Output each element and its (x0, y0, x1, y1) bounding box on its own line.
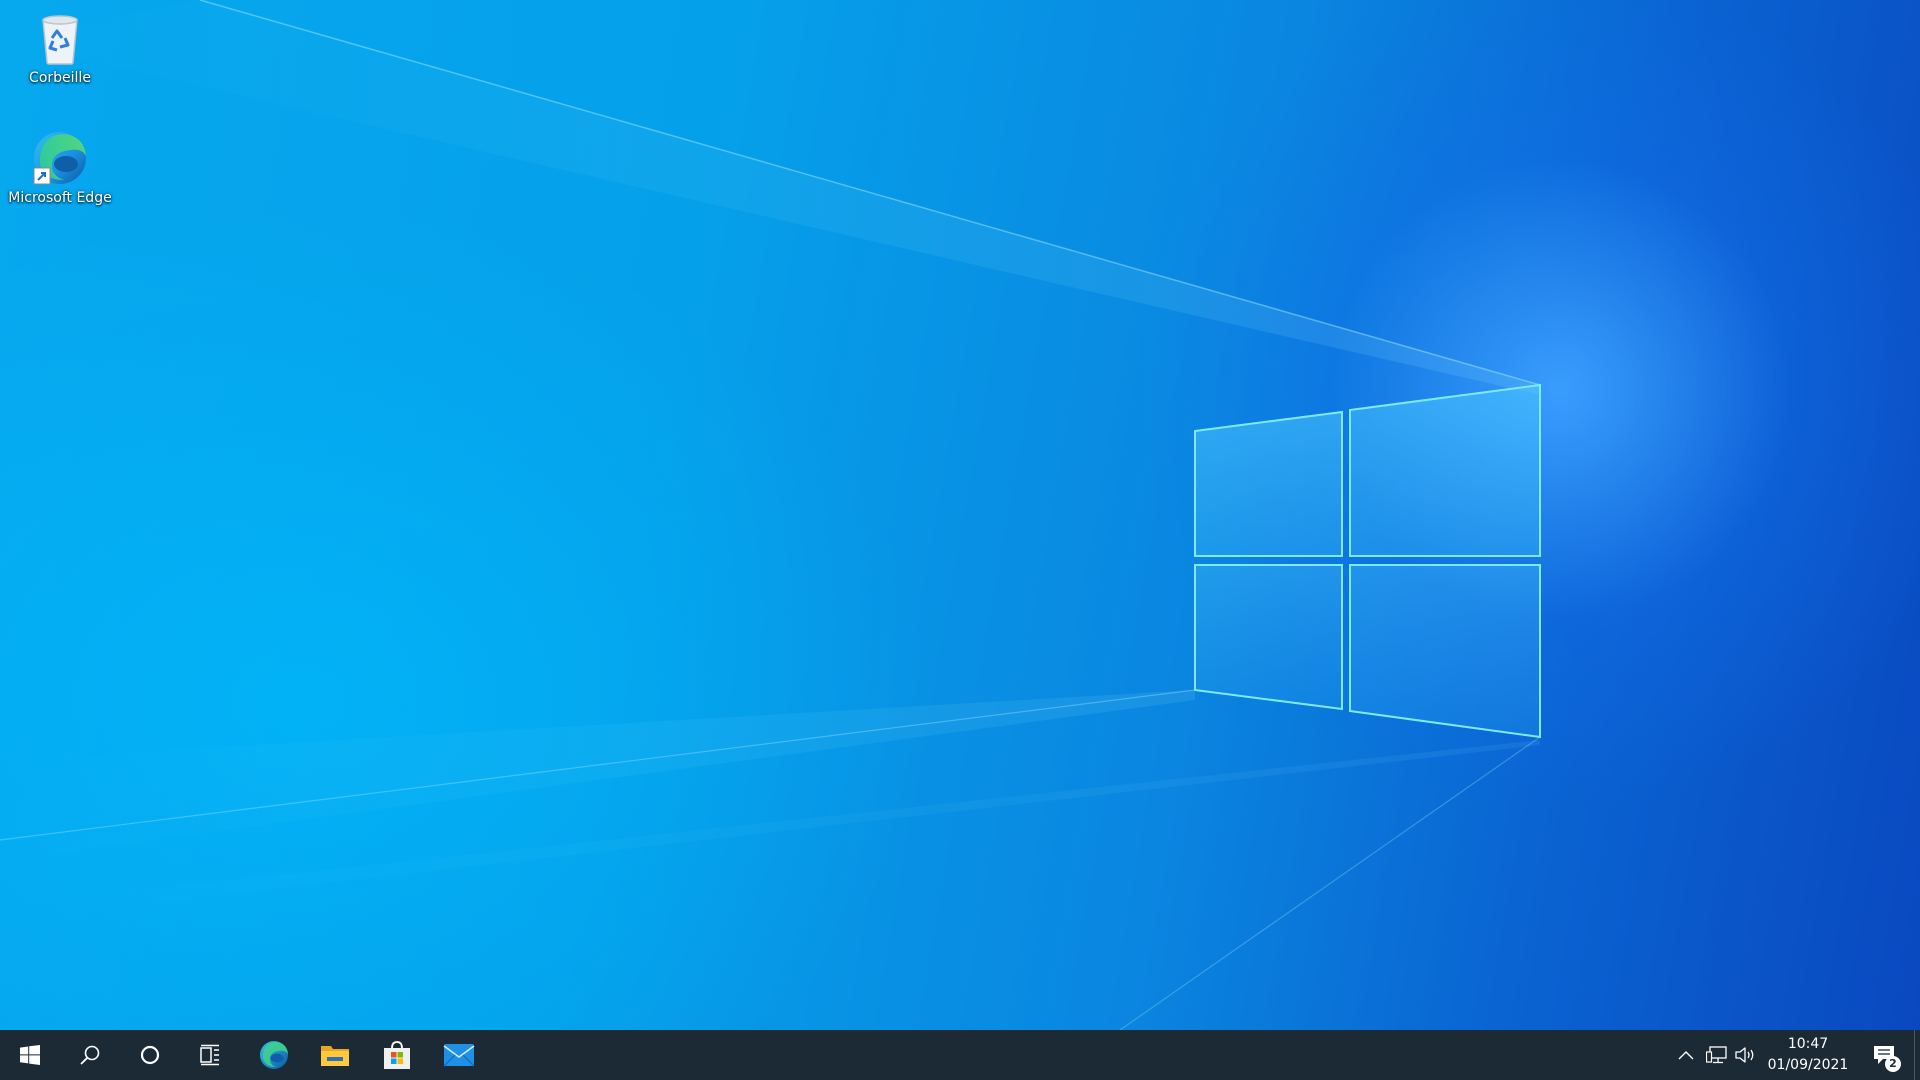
wallpaper (0, 0, 1541, 1030)
clock-date: 01/09/2021 (1767, 1057, 1849, 1073)
taskbar-edge[interactable] (250, 1030, 298, 1080)
cortana-button[interactable] (126, 1030, 174, 1080)
network-button[interactable] (1703, 1030, 1731, 1080)
mail-icon (443, 1044, 475, 1067)
task-view-icon (200, 1044, 219, 1066)
show-hidden-icons-button[interactable] (1674, 1030, 1698, 1080)
desktop-icon-label: Microsoft Edge (8, 190, 112, 206)
taskbar: 10:47 01/09/2021 2 (0, 1030, 1920, 1080)
desktop-icon-label: Corbeille (29, 70, 91, 86)
desktop-icon-microsoft-edge[interactable]: Microsoft Edge (4, 128, 116, 206)
desktop[interactable]: Corbeille Microsoft Edge (0, 0, 1920, 1030)
recycle-bin-icon (42, 15, 78, 65)
action-center-button[interactable]: 2 (1866, 1030, 1910, 1080)
search-icon (80, 1045, 100, 1065)
circle-icon (140, 1045, 160, 1065)
show-desktop-button[interactable] (1914, 1030, 1920, 1080)
clock[interactable]: 10:47 01/09/2021 (1758, 1030, 1858, 1080)
network-icon (1706, 1046, 1727, 1064)
notification-count-badge: 2 (1885, 1056, 1901, 1072)
chevron-up-icon (1678, 1051, 1694, 1060)
task-view-button[interactable] (186, 1030, 234, 1080)
desktop-icon-recycle-bin[interactable]: Corbeille (4, 8, 116, 86)
search-button[interactable] (66, 1030, 114, 1080)
volume-icon (1735, 1047, 1754, 1063)
windows-logo-icon (20, 1045, 40, 1065)
volume-button[interactable] (1733, 1030, 1759, 1080)
clock-time: 10:47 (1787, 1036, 1829, 1052)
edge-icon (260, 1041, 288, 1069)
start-button[interactable] (6, 1030, 54, 1080)
store-bag-icon (384, 1041, 410, 1069)
taskbar-file-explorer[interactable] (311, 1030, 359, 1080)
taskbar-mail[interactable] (435, 1030, 483, 1080)
folder-icon (321, 1046, 349, 1066)
edge-icon (33, 132, 86, 185)
taskbar-microsoft-store[interactable] (373, 1030, 421, 1080)
